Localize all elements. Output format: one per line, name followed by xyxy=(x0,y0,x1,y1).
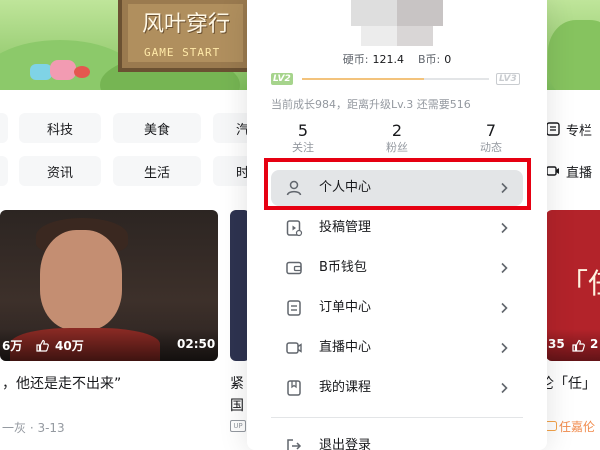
banner-character xyxy=(30,58,92,82)
cover-figure xyxy=(40,230,122,330)
cover-text: 「任 xyxy=(560,267,600,300)
video-title[interactable]: ，他还是走不出来” xyxy=(2,373,121,393)
menu-divider xyxy=(271,417,523,418)
like-count: 2 xyxy=(590,337,599,351)
level-tip: 当前成长984，距离升级Lv.3 还需要516 xyxy=(271,98,471,111)
video-meta[interactable]: 任嘉伦 xyxy=(559,418,595,435)
stat-followers[interactable]: 2 粉丝 xyxy=(367,121,427,155)
user-dropdown-panel: 硬币: 121.4 B币: 0 LV2 LV3 当前成长984，距离升级Lv.3 还需… xyxy=(247,0,547,450)
video-title[interactable]: 伦「任」 xyxy=(540,373,596,393)
avatar[interactable] xyxy=(351,0,443,48)
chevron-right-icon xyxy=(501,382,508,394)
category-chip-food[interactable]: 美食 xyxy=(113,113,201,143)
banner-sign: 风叶穿行 GAME START xyxy=(118,0,253,72)
menu-item-label: 订单中心 xyxy=(319,300,372,315)
stat-following[interactable]: 5 关注 xyxy=(273,121,333,155)
logout-button[interactable]: 退出登录 xyxy=(271,428,523,450)
column-icon xyxy=(546,122,560,136)
category-chip-tech[interactable]: 科技 xyxy=(19,113,101,143)
menu-item-courses[interactable]: 我的课程 xyxy=(271,370,523,406)
level-current-badge: LV2 xyxy=(271,73,293,85)
side-entry-column[interactable]: 专栏 xyxy=(546,118,592,140)
view-count: 35 xyxy=(548,337,565,351)
category-chip-life[interactable]: 生活 xyxy=(113,156,201,186)
side-entry-live[interactable]: 直播 xyxy=(546,160,592,182)
hard-coin-value: 121.4 xyxy=(372,53,404,66)
stat-dynamics[interactable]: 7 动态 xyxy=(461,121,521,155)
category-label: 生活 xyxy=(143,165,170,181)
stat-value: 7 xyxy=(485,121,497,140)
chevron-right-icon xyxy=(501,222,508,234)
category-label: 资讯 xyxy=(46,165,73,181)
category-label: 美食 xyxy=(143,122,170,138)
stat-label: 粉丝 xyxy=(386,141,408,154)
category-label: 科技 xyxy=(46,122,73,138)
highlight-box xyxy=(264,158,531,210)
menu-item-orders[interactable]: 订单中心 xyxy=(271,290,523,326)
menu-item-upload-manage[interactable]: 投稿管理 xyxy=(271,210,523,246)
menu-item-label: 投稿管理 xyxy=(319,220,372,235)
level-next-badge: LV3 xyxy=(496,73,520,85)
stat-value: 2 xyxy=(391,121,403,140)
like-icon xyxy=(36,339,49,352)
video-title[interactable]: 紧 xyxy=(230,373,244,393)
video-duration: 02:50 xyxy=(177,337,216,351)
view-count: 6万 xyxy=(2,339,23,353)
level-progress-bar xyxy=(302,78,489,80)
menu-item-label: 直播中心 xyxy=(319,340,372,355)
category-chip[interactable] xyxy=(0,156,8,186)
stat-label: 关注 xyxy=(292,141,314,154)
menu-item-label: 退出登录 xyxy=(319,438,372,450)
menu-item-label: B币钱包 xyxy=(319,260,367,275)
stat-label: 动态 xyxy=(480,141,502,154)
side-entry-label: 专栏 xyxy=(566,123,593,139)
up-badge: UP xyxy=(230,420,246,432)
upload-manage-icon xyxy=(286,220,303,237)
like-icon xyxy=(572,339,585,352)
stat-value: 5 xyxy=(297,121,309,140)
chevron-right-icon xyxy=(501,342,508,354)
hard-coin-label: 硬币: xyxy=(342,53,369,66)
side-entry-label: 直播 xyxy=(566,165,593,181)
logout-icon xyxy=(287,439,302,450)
bcoin-value: 0 xyxy=(444,53,452,66)
live-icon xyxy=(546,166,559,176)
category-chip-news[interactable]: 资讯 xyxy=(19,156,101,186)
menu-item-wallet[interactable]: B币钱包 xyxy=(271,250,523,286)
wallet-icon xyxy=(286,261,302,275)
banner-bush xyxy=(548,20,600,90)
like-count: 40万 xyxy=(55,339,84,353)
menu-item-live-center[interactable]: 直播中心 xyxy=(271,330,523,366)
video-title[interactable]: 国 xyxy=(230,395,244,415)
category-chip[interactable] xyxy=(0,113,8,143)
order-icon xyxy=(287,300,301,316)
coin-balance: 硬币: 121.4 B币: 0 xyxy=(247,51,547,67)
menu-item-label: 我的课程 xyxy=(319,380,372,395)
banner-sign-subtitle: GAME START xyxy=(144,46,221,59)
live-center-icon xyxy=(286,342,302,354)
chevron-right-icon xyxy=(501,302,508,314)
bcoin-label: B币: xyxy=(417,53,441,66)
course-icon xyxy=(287,380,301,396)
chevron-right-icon xyxy=(501,262,508,274)
level-progress-fill xyxy=(302,78,424,80)
video-meta[interactable]: 一灰 · 3-13 xyxy=(2,419,65,436)
banner-sign-title: 风叶穿行 xyxy=(142,12,231,37)
